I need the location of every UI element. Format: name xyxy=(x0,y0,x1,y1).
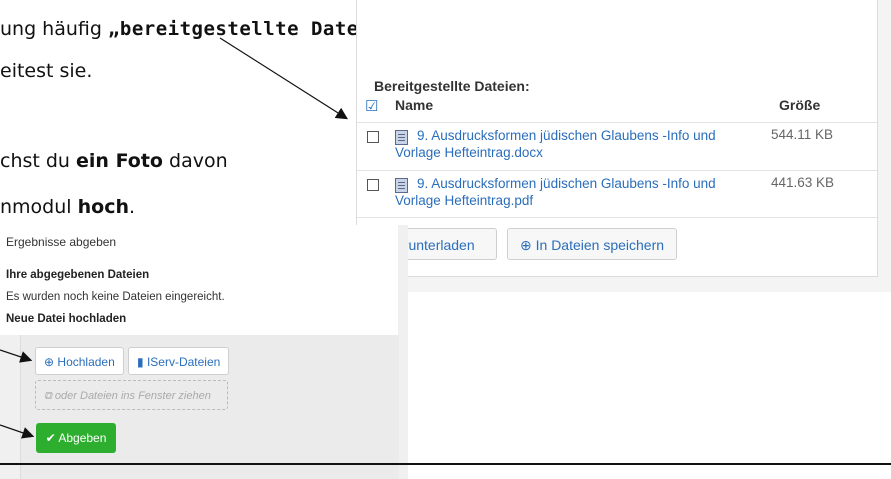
arrow-icon xyxy=(0,349,33,363)
arrow-icon xyxy=(0,424,35,439)
arrow-icon xyxy=(219,37,349,120)
annotation-arrows xyxy=(0,37,349,439)
